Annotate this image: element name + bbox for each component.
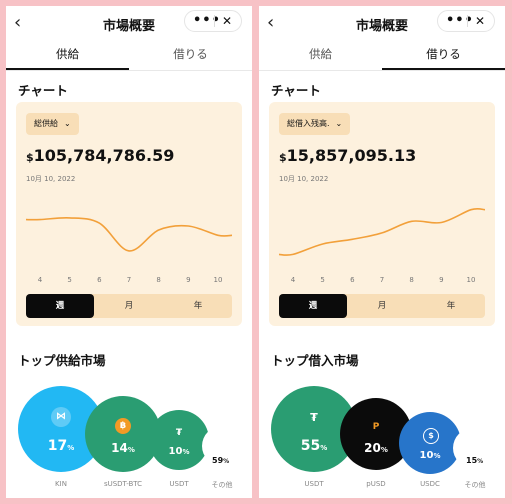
tab-supply[interactable]: 供給: [6, 42, 129, 70]
period-month[interactable]: 月: [348, 294, 416, 318]
period-year[interactable]: 年: [417, 294, 485, 318]
x-tick-label: 9: [186, 276, 191, 284]
x-tick-label: 7: [126, 276, 132, 284]
tab-bar: 供給 借りる: [259, 42, 505, 71]
more-icon[interactable]: •••: [446, 11, 474, 31]
metric-dropdown[interactable]: 総供給 ⌄: [26, 113, 79, 135]
divider: [467, 15, 468, 27]
x-tick-label: 5: [320, 276, 325, 284]
x-axis-ticks: 4 5 6 7 8 9 10: [269, 276, 495, 286]
date-label: 10月 10, 2022: [26, 175, 76, 183]
menu-capsule: ••• ✕: [184, 10, 242, 32]
more-icon[interactable]: •••: [193, 11, 221, 31]
header-bar: ‹ 市場概要 ••• ✕: [6, 6, 252, 42]
dropdown-label: 総借入残高.: [287, 119, 330, 128]
market-name: USDT: [304, 480, 324, 488]
period-year[interactable]: 年: [164, 294, 232, 318]
chart-card: 総供給 ⌄ $105,784,786.59 10月 10, 2022 4 5 6 7 8 9…: [16, 102, 242, 326]
series-line: [25, 216, 233, 252]
amount-value: 105,784,786.59: [33, 146, 175, 165]
market-bubbles: ₮ 55% P 20% $ 10% 15% USDT pUSD USDC その他: [259, 376, 505, 498]
borrow-panel: ‹ 市場概要 ••• ✕ 供給 借りる チャート 総借入残高. ⌄ $15,857…: [259, 6, 505, 498]
x-tick-label: 5: [67, 276, 72, 284]
dropdown-label: 総供給: [34, 119, 58, 128]
tab-borrow[interactable]: 借りる: [382, 42, 505, 70]
usdc-icon: $: [423, 428, 439, 444]
chart-section-title: チャート: [18, 83, 68, 98]
market-name: USDT: [169, 480, 189, 488]
period-month[interactable]: 月: [95, 294, 163, 318]
x-tick-label: 8: [156, 276, 161, 284]
usdt-icon: ₮: [175, 428, 183, 438]
supply-panel: ‹ 市場概要 ••• ✕ 供給 借りる チャート 総供給 ⌄ $105,784,7…: [6, 6, 252, 498]
line-chart: [278, 207, 486, 256]
market-bubble-usdc[interactable]: $ 10%: [399, 412, 461, 474]
x-tick-label: 6: [350, 276, 355, 284]
x-tick-label: 7: [379, 276, 385, 284]
market-name: pUSD: [366, 480, 386, 488]
close-icon[interactable]: ✕: [222, 11, 232, 31]
chart-section-title: チャート: [271, 83, 321, 98]
period-week[interactable]: 週: [26, 294, 94, 318]
x-tick-label: 9: [439, 276, 444, 284]
menu-capsule: ••• ✕: [437, 10, 495, 32]
x-tick-label: 10: [213, 276, 223, 284]
x-tick-label: 6: [97, 276, 102, 284]
x-tick-label: 4: [290, 276, 296, 284]
currency-symbol: $: [26, 151, 34, 164]
pusd-icon: P: [372, 422, 380, 432]
chevron-down-icon: ⌄: [64, 119, 71, 128]
header-bar: ‹ 市場概要 ••• ✕: [259, 6, 505, 42]
date-label: 10月 10, 2022: [279, 175, 329, 183]
divider: [214, 15, 215, 27]
x-axis-ticks: 4 5 6 7 8 9 10: [16, 276, 242, 286]
close-icon[interactable]: ✕: [475, 11, 485, 31]
metric-dropdown[interactable]: 総借入残高. ⌄: [279, 113, 351, 135]
market-bubble-usdt[interactable]: ₮ 10%: [149, 410, 209, 470]
market-name: sUSDT-BTC: [103, 480, 143, 488]
markets-section-title: トップ供給市場: [18, 353, 106, 368]
market-percent: 10%: [419, 450, 441, 461]
period-selector: 週 月 年: [26, 294, 232, 318]
x-tick-label: 8: [409, 276, 414, 284]
tab-bar: 供給 借りる: [6, 42, 252, 71]
market-name: その他: [464, 481, 486, 489]
usdt-icon: ₮: [310, 411, 318, 424]
tab-supply[interactable]: 供給: [259, 42, 382, 70]
x-tick-label: 4: [37, 276, 43, 284]
period-week[interactable]: 週: [279, 294, 347, 318]
market-name: KIN: [55, 480, 67, 488]
markets-section-title: トップ借入市場: [271, 353, 359, 368]
market-name: その他: [211, 481, 233, 489]
chevron-down-icon: ⌄: [335, 119, 343, 128]
chart-card: 総借入残高. ⌄ $15,857,095.13 10月 10, 2022 4 5 6 7…: [269, 102, 495, 326]
market-percent: 10%: [168, 446, 190, 457]
market-name: USDC: [420, 480, 440, 488]
other-percent: 59%: [212, 456, 230, 465]
period-selector: 週 月 年: [279, 294, 485, 318]
amount-value: 15,857,095.13: [286, 146, 417, 165]
x-tick-label: 10: [466, 276, 476, 284]
series-line: [278, 207, 486, 256]
other-percent: 15%: [466, 456, 484, 465]
currency-symbol: $: [279, 151, 287, 164]
total-amount: $105,784,786.59: [26, 146, 174, 165]
tab-borrow[interactable]: 借りる: [129, 42, 252, 70]
susdt-btc-icon: ฿: [115, 418, 131, 434]
market-bubbles: ⋈ 17% ฿ 14% ₮ 10% 59% KIN sUSDT-BTC USDT…: [6, 376, 252, 498]
total-amount: $15,857,095.13: [279, 146, 416, 165]
kin-icon: ⋈: [51, 407, 71, 427]
line-chart: [25, 216, 233, 252]
